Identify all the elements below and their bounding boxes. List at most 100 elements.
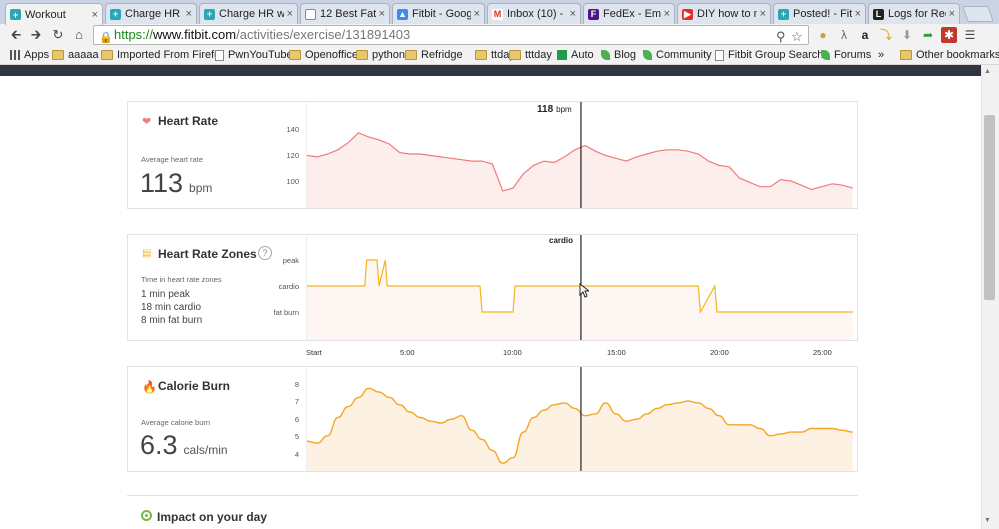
bookmark-label: Blog (614, 49, 637, 61)
scrollbar-thumb[interactable] (984, 115, 995, 300)
tab-close-icon[interactable]: × (474, 8, 480, 20)
zones-bars-icon: ▤ (142, 248, 152, 259)
browser-tab[interactable]: + Posted! - Fitbi× (773, 3, 866, 24)
extension-lambda-icon[interactable]: λ (836, 27, 852, 43)
bookmark-item[interactable]: Forums (821, 49, 871, 61)
back-arrow-icon[interactable]: 🡰 (8, 27, 24, 43)
extension-cookie-icon[interactable]: ● (815, 27, 831, 43)
calorie-area (307, 388, 853, 471)
target-icon (141, 510, 152, 521)
leaf-icon (821, 50, 830, 60)
tab-label: Charge HR wi (219, 8, 284, 20)
impact-title[interactable]: Impact on your day (157, 510, 267, 524)
tab-close-icon[interactable]: × (760, 8, 766, 20)
flame-icon: 🔥 (142, 380, 157, 394)
url-scheme: https:// (114, 27, 154, 42)
bookmark-item[interactable]: tttday (509, 49, 552, 61)
fitbit-favicon-icon: + (204, 8, 215, 20)
calorie-unit: cals/min (183, 443, 228, 457)
tab-close-icon[interactable]: × (186, 8, 192, 20)
folder-icon (52, 50, 64, 60)
impact-section: Impact on your day (127, 495, 858, 529)
time-tick: 10:00 (503, 348, 522, 357)
leaf-icon (601, 50, 610, 60)
browser-tab[interactable]: ▲ Fitbit - Google× (392, 3, 485, 24)
extension-red-icon[interactable]: ✱ (941, 27, 957, 43)
bookmark-item[interactable]: Apps (10, 49, 49, 61)
other-bookmarks[interactable]: Other bookmarks (900, 49, 999, 61)
tab-close-icon[interactable]: × (664, 8, 670, 20)
hr-cursor-unit: bpm (556, 105, 572, 114)
bookmark-item[interactable]: Fitbit Group Search - (715, 49, 830, 61)
browser-tab[interactable]: + Charge HR - F× (105, 3, 197, 24)
tab-close-icon[interactable]: × (287, 8, 293, 20)
bookmark-star-icon[interactable]: ☆ (791, 28, 803, 46)
bookmarks-bar: » Other bookmarks Apps aaaaa Imported From… (0, 46, 999, 65)
sheet-icon (557, 50, 567, 60)
calorie-burn-card: 🔥 Calorie Burn Average calorie burn 6.3 c… (127, 366, 858, 472)
tab-label: Inbox (10) - rl (507, 8, 567, 20)
calorie-burn-chart[interactable] (306, 367, 859, 471)
hr-ytick: 100 (286, 177, 299, 186)
zone-peak-minutes: 1 min peak (141, 289, 190, 300)
calorie-number: 6.3 (140, 430, 178, 460)
bookmark-item[interactable]: Community (643, 49, 712, 61)
address-bar[interactable]: 🔒 https://www.fitbit.com/activities/exer… (93, 25, 809, 45)
browser-tab[interactable]: L Logs for Recip× (868, 3, 960, 24)
tab-label: Charge HR - F (125, 8, 183, 20)
bookmark-label: Fitbit Group Search - (728, 49, 831, 61)
heart-rate-zones-card: ▤ Heart Rate Zones ? Time in heart rate … (127, 234, 858, 341)
bookmark-item[interactable]: python (356, 49, 405, 61)
calorie-plot[interactable] (306, 367, 857, 471)
heart-icon: ❤ (142, 116, 152, 128)
bookmark-item[interactable]: Blog (601, 49, 636, 61)
browser-tab[interactable]: 12 Best Fat Bu× (300, 3, 390, 24)
reload-icon[interactable]: ↻ (50, 27, 66, 43)
extension-arrow-icon[interactable]: ⤵ (878, 27, 894, 43)
zone-ytick-peak: peak (282, 256, 299, 265)
browser-tab[interactable]: + Workout × (5, 3, 103, 25)
calorie-title: Calorie Burn (158, 379, 231, 393)
tab-close-icon[interactable]: × (855, 8, 861, 20)
heart-rate-chart[interactable] (306, 102, 859, 208)
bookmarks-overflow[interactable]: » (878, 49, 884, 61)
home-icon[interactable]: ⌂ (71, 27, 87, 43)
drive-favicon-icon: ▲ (397, 8, 408, 20)
tab-close-icon[interactable]: × (949, 8, 955, 20)
average-calorie-value: 6.3 cals/min (140, 430, 228, 461)
forward-arrow-icon[interactable]: 🡲 (28, 27, 44, 43)
lock-icon: 🔒 (99, 32, 113, 44)
extension-download-icon[interactable]: ⬇ (899, 27, 915, 43)
scroll-up-icon[interactable]: ▲ (984, 68, 991, 75)
browser-tab[interactable]: F FedEx - Email× (583, 3, 675, 24)
bookmark-item[interactable]: PwnYouTube (215, 49, 293, 61)
scroll-down-icon[interactable]: ▼ (984, 517, 991, 524)
apps-icon (10, 50, 20, 60)
bookmark-item[interactable]: Auto (557, 49, 594, 61)
browser-tab[interactable]: ▶ DIY how to m × (677, 3, 771, 24)
folder-icon (101, 50, 113, 60)
menu-icon[interactable]: ☰ (962, 27, 978, 43)
browser-tab[interactable]: M Inbox (10) - rl × (487, 3, 581, 24)
amazon-icon[interactable]: a (857, 27, 873, 43)
zone-cardio-minutes: 18 min cardio (141, 302, 202, 313)
logs-favicon-icon: L (873, 8, 884, 20)
heart-rate-plot[interactable] (306, 102, 857, 208)
browser-tab[interactable]: + Charge HR wi × (199, 3, 298, 24)
cal-ytick: 4 (294, 450, 299, 459)
tab-close-icon[interactable]: × (92, 9, 98, 21)
bookmark-label: Auto (571, 49, 594, 61)
bookmark-label: Apps (24, 49, 50, 61)
new-tab-button[interactable] (962, 6, 994, 22)
bookmark-item[interactable]: Openoffice (289, 49, 358, 61)
bookmark-item[interactable]: Imported From Firefc (101, 49, 220, 61)
tab-close-icon[interactable]: × (570, 8, 576, 20)
search-icon[interactable]: ⚲ (776, 28, 786, 46)
extension-green-arrow-icon[interactable]: ➦ (920, 27, 936, 43)
tab-close-icon[interactable]: × (379, 8, 385, 20)
zone-fatburn-minutes: 8 min fat burn (141, 315, 203, 326)
average-heart-rate-label: Average heart rate (141, 155, 203, 164)
fitbit-favicon-icon: + (10, 9, 21, 20)
bookmark-item[interactable]: Refridge (405, 49, 463, 61)
bookmark-item[interactable]: aaaaa (52, 49, 99, 61)
